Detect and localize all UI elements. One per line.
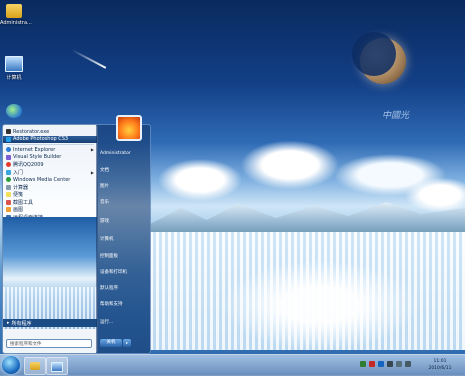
- places-item-pictures[interactable]: 图片: [100, 183, 109, 189]
- tray-app-icon[interactable]: [369, 361, 375, 367]
- menu-item-getting-started[interactable]: 入门 ▶: [3, 169, 97, 177]
- places-item-user[interactable]: Administrator: [100, 151, 131, 156]
- menu-item-label: 截图工具: [13, 199, 34, 206]
- menu-item-label: 画图: [13, 207, 24, 214]
- comet-image: [71, 49, 107, 69]
- shutdown-options-button[interactable]: ▸: [123, 339, 131, 347]
- user-avatar[interactable]: [116, 115, 142, 141]
- menu-item-qq[interactable]: 腾讯QQ2009: [3, 161, 97, 169]
- menu-item-label: Internet Explorer: [13, 146, 56, 153]
- places-item-documents[interactable]: 文档: [100, 167, 109, 173]
- places-item-computer[interactable]: 计算机: [100, 236, 114, 242]
- menu-item-label: Adobe Photoshop CS3: [13, 136, 69, 143]
- clock[interactable]: 11:01 2010/6/11: [420, 358, 460, 372]
- volume-icon[interactable]: [405, 361, 411, 367]
- start-button[interactable]: [2, 356, 20, 374]
- menu-item-label: 便笺: [13, 192, 24, 199]
- calculator-icon: [6, 184, 11, 190]
- media-center-icon: [6, 177, 11, 183]
- desktop-icon-administrator[interactable]: Administra...: [0, 4, 32, 26]
- start-menu-background-image: [3, 217, 97, 329]
- menu-item-calculator[interactable]: 计算器: [3, 184, 97, 192]
- places-item-music[interactable]: 音乐: [100, 199, 109, 205]
- pinned-item-restorator[interactable]: Restorator.exe: [3, 128, 97, 136]
- folder-icon: [30, 362, 40, 370]
- menu-item-label: 腾讯QQ2009: [13, 162, 44, 169]
- menu-item-paint[interactable]: 画图: [3, 206, 97, 214]
- menu-item-label: Restorator.exe: [13, 128, 50, 135]
- qq-icon: [6, 162, 11, 168]
- desktop-icon-label: Administra...: [0, 20, 32, 26]
- network-icon[interactable]: [396, 361, 402, 367]
- menu-item-internet-explorer[interactable]: Internet Explorer ▶: [3, 146, 97, 154]
- window-icon: [51, 362, 63, 372]
- tray-app-icon[interactable]: [378, 361, 384, 367]
- getting-started-icon: [6, 169, 11, 175]
- menu-item-label: Windows Media Center: [13, 176, 71, 183]
- start-menu-places-pane: Administrator 文档 图片 音乐 游戏 计算机 控制面板 设备和打印…: [96, 115, 151, 354]
- taskbar: 11:01 2010/6/11: [0, 354, 465, 376]
- taskbar-window-button[interactable]: [46, 357, 68, 375]
- taskbar-explorer-button[interactable]: [24, 357, 46, 375]
- snipping-tool-icon: [6, 199, 11, 205]
- moon-shadow: [352, 32, 396, 76]
- photoshop-icon: [6, 136, 11, 142]
- menu-item-label: 入门: [13, 169, 24, 176]
- menu-item-sticky-notes[interactable]: 便笺: [3, 191, 97, 199]
- restorator-icon: [6, 129, 11, 135]
- menu-item-media-center[interactable]: Windows Media Center: [3, 176, 97, 184]
- places-item-games[interactable]: 游戏: [100, 218, 109, 224]
- tray-app-icon[interactable]: [387, 361, 393, 367]
- menu-separator: [6, 144, 94, 145]
- places-item-run[interactable]: 运行...: [100, 319, 113, 325]
- places-item-devices-printers[interactable]: 设备和打印机: [100, 269, 127, 275]
- tray-app-icon[interactable]: [360, 361, 366, 367]
- menu-item-snipping-tool[interactable]: 截图工具: [3, 199, 97, 207]
- menu-item-label: Visual Style Builder: [13, 154, 62, 161]
- paint-icon: [6, 207, 11, 213]
- search-input[interactable]: 搜索程序和文件: [6, 339, 92, 348]
- wallpaper-watermark: 中國光: [382, 111, 410, 121]
- all-programs-label: 所有程序: [11, 320, 32, 327]
- places-item-help[interactable]: 帮助和支持: [100, 301, 123, 307]
- wallpaper-mist: [200, 255, 465, 350]
- menu-item-label: 计算器: [13, 184, 29, 191]
- chevron-right-icon: ▸: [7, 320, 10, 326]
- start-menu-programs-pane: Restorator.exe Adobe Photoshop CS3 Inter…: [2, 124, 98, 354]
- places-item-control-panel[interactable]: 控制面板: [100, 253, 118, 259]
- internet-explorer-icon: [6, 147, 11, 153]
- pinned-item-photoshop[interactable]: Adobe Photoshop CS3: [3, 135, 97, 143]
- start-menu: Restorator.exe Adobe Photoshop CS3 Inter…: [2, 115, 151, 354]
- chevron-right-icon: ▶: [90, 169, 94, 175]
- desktop-icon-internet-explorer[interactable]: [0, 104, 28, 120]
- visual-style-builder-icon: [6, 154, 11, 160]
- computer-icon: [5, 56, 23, 72]
- menu-item-visual-style-builder[interactable]: Visual Style Builder: [3, 154, 97, 162]
- places-item-default-programs[interactable]: 默认程序: [100, 285, 118, 291]
- folder-icon: [6, 4, 22, 18]
- clock-time: 11:01: [433, 359, 447, 364]
- chevron-right-icon: ▶: [90, 147, 94, 153]
- desktop-icon-computer[interactable]: 计算机: [0, 56, 28, 81]
- clock-date: 2010/6/11: [428, 366, 452, 371]
- all-programs-button[interactable]: ▸ 所有程序: [3, 319, 97, 327]
- sticky-notes-icon: [6, 192, 11, 198]
- shutdown-button[interactable]: 关机: [100, 339, 122, 347]
- internet-explorer-icon: [6, 104, 22, 118]
- desktop-icon-label: 计算机: [6, 75, 22, 81]
